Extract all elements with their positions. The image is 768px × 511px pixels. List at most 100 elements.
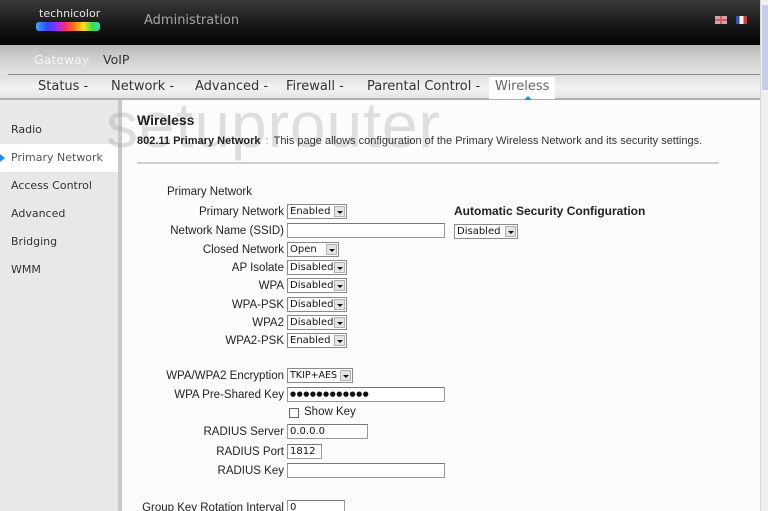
sidebar-item-advanced[interactable]: Advanced (0, 200, 118, 228)
page-desc-heading: 802.11 Primary Network (137, 135, 261, 147)
radius-key-row: RADIUS Key (126, 463, 456, 481)
technicolor-logo[interactable]: technicolor (36, 7, 102, 35)
sidebar-item-wmm[interactable]: WMM (0, 256, 118, 284)
radius-server-label: RADIUS Server (203, 426, 284, 438)
dropdown-arrow-icon (505, 226, 516, 237)
scrollbar-thumb[interactable] (762, 5, 768, 90)
primary-network-label: Primary Network (199, 206, 284, 218)
dropdown-arrow-icon (334, 317, 345, 328)
select-value: Disabled (290, 317, 334, 328)
sidebar-item-label: Radio (11, 123, 42, 136)
dropdown-arrow-icon (334, 262, 345, 273)
nav-wireless-label: Wireless (495, 79, 550, 94)
closed-network-label: Closed Network (202, 244, 284, 256)
page-desc-separator: : (265, 135, 269, 147)
nav-wireless[interactable]: Wireless (489, 77, 556, 101)
closed-network-row: Closed Network Open (126, 242, 456, 260)
nav-advanced[interactable]: Advanced - (195, 79, 268, 94)
wpa-select[interactable]: Disabled (287, 278, 347, 293)
psk-input[interactable]: ●●●●●●●●●●●● (287, 387, 445, 402)
sidebar-item-primary-network[interactable]: Primary Network (0, 144, 118, 172)
ap-isolate-row: AP Isolate Disabled (126, 260, 456, 278)
encryption-select[interactable]: TKIP+AES (287, 368, 353, 383)
select-value: Disabled (457, 226, 501, 237)
group-key-interval-row: Group Key Rotation Interval 0 (126, 500, 456, 511)
encryption-label: WPA/WPA2 Encryption (166, 370, 284, 382)
sidebar-item-access-control[interactable]: Access Control (0, 172, 118, 200)
group-key-interval-label: Group Key Rotation Interval (142, 502, 284, 511)
wpa2-select[interactable]: Disabled (287, 315, 347, 330)
radius-key-input[interactable] (287, 463, 445, 478)
dropdown-arrow-icon (334, 280, 345, 291)
logo-text: technicolor (39, 7, 101, 20)
wpa-psk-select[interactable]: Disabled (287, 297, 347, 312)
nav-network[interactable]: Network - (111, 79, 174, 94)
ap-isolate-label: AP Isolate (231, 262, 284, 274)
page-scrollbar[interactable] (760, 0, 768, 511)
show-key-checkbox[interactable] (289, 408, 299, 418)
uk-flag-icon[interactable] (715, 16, 727, 24)
show-key-label: Show Key (304, 406, 356, 418)
sidebar-item-label: Primary Network (11, 151, 103, 164)
subnav-gateway[interactable]: Gateway (34, 52, 89, 67)
wpa2-label: WPA2 (252, 317, 284, 329)
nav-firewall[interactable]: Firewall - (286, 79, 344, 94)
select-value: Disabled (290, 280, 334, 291)
radius-port-label: RADIUS Port (216, 446, 284, 458)
select-value: Enabled (290, 206, 331, 217)
dropdown-arrow-icon (334, 299, 345, 310)
subnav-voip[interactable]: VoIP (103, 52, 129, 67)
logo-rainbow-icon (36, 22, 100, 31)
radius-server-input[interactable]: 0.0.0.0 (287, 424, 368, 439)
select-value: Disabled (290, 262, 334, 273)
sidebar-item-label: WMM (11, 263, 41, 276)
ssid-row: Network Name (SSID) (126, 223, 456, 241)
dropdown-arrow-icon (334, 206, 345, 217)
primary-network-select[interactable]: Enabled (287, 204, 347, 219)
ap-isolate-select[interactable]: Disabled (287, 260, 347, 275)
wpa-psk-row: WPA-PSK Disabled (126, 297, 456, 315)
radius-key-label: RADIUS Key (217, 465, 284, 477)
active-bullet-icon (0, 154, 6, 162)
nav-status[interactable]: Status - (38, 79, 88, 94)
app-title: Administration (144, 13, 240, 28)
sidebar-item-label: Bridging (11, 235, 58, 248)
group-key-interval-input[interactable]: 0 (287, 500, 345, 511)
page-title: Wireless (137, 112, 195, 128)
section-label: Primary Network (167, 186, 252, 198)
radius-port-row: RADIUS Port 1812 (126, 444, 456, 462)
wpa-label: WPA (258, 280, 284, 292)
wpa2-psk-select[interactable]: Enabled (287, 333, 347, 348)
dropdown-arrow-icon (326, 244, 337, 255)
ssid-label: Network Name (SSID) (170, 225, 284, 237)
content-area: setuprouter Wireless 802.11 Primary Netw… (106, 89, 760, 511)
primary-network-row: Primary Network Enabled (126, 204, 456, 222)
wpa-row: WPA Disabled (126, 278, 456, 296)
subnav-bar: Gateway VoIP (0, 45, 768, 75)
encryption-row: WPA/WPA2 Encryption TKIP+AES (126, 368, 456, 386)
wpa2-psk-row: WPA2-PSK Enabled (126, 333, 456, 351)
select-value: Open (290, 244, 317, 255)
wpa2-psk-label: WPA2-PSK (225, 335, 284, 347)
select-value: Enabled (290, 335, 331, 346)
sidebar: Radio Primary Network Access Control Adv… (0, 100, 122, 511)
main-nav: Status - Network - Advanced - Firewall -… (0, 75, 760, 101)
select-value: TKIP+AES (290, 370, 338, 381)
closed-network-select[interactable]: Open (287, 242, 339, 257)
radius-port-input[interactable]: 1812 (287, 444, 322, 459)
sidebar-item-bridging[interactable]: Bridging (0, 228, 118, 256)
auto-security-select[interactable]: Disabled (454, 224, 518, 239)
nav-parental-control[interactable]: Parental Control - (367, 79, 480, 94)
france-flag-icon[interactable] (736, 16, 747, 24)
page-description: 802.11 Primary Network: This page allows … (137, 135, 702, 147)
wpa2-row: WPA2 Disabled (126, 315, 456, 333)
radius-server-row: RADIUS Server 0.0.0.0 (126, 424, 456, 442)
dropdown-arrow-icon (334, 335, 345, 346)
page-desc-text: This page allows configuration of the Pr… (273, 135, 703, 147)
psk-row: WPA Pre-Shared Key ●●●●●●●●●●●● (126, 387, 456, 405)
sidebar-item-label: Advanced (11, 207, 66, 220)
wpa-psk-label: WPA-PSK (231, 299, 284, 311)
sidebar-item-radio[interactable]: Radio (0, 116, 118, 144)
dropdown-arrow-icon (340, 370, 351, 381)
ssid-input[interactable] (287, 223, 445, 238)
